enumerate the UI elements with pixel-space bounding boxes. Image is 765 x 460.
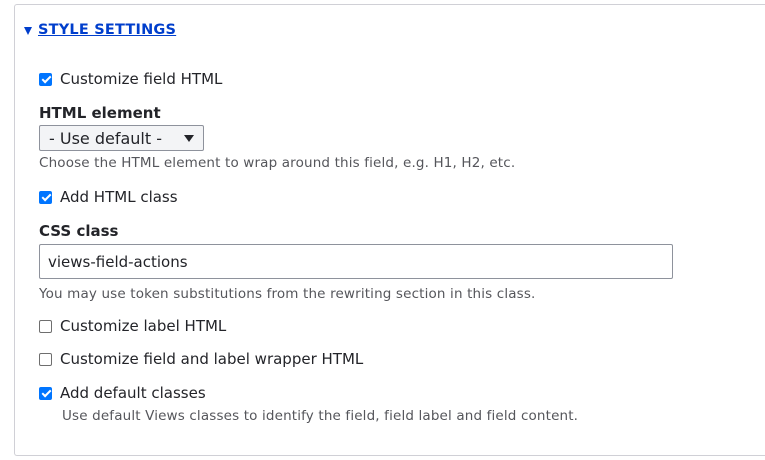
html-element-label: HTML element (39, 104, 161, 122)
add-html-class-checkbox[interactable] (39, 190, 52, 204)
customize-wrapper-html-row[interactable]: Customize field and label wrapper HTML (39, 350, 363, 368)
customize-field-html-label[interactable]: Customize field HTML (60, 70, 222, 88)
add-default-classes-label[interactable]: Add default classes (60, 384, 206, 402)
html-element-select[interactable]: - Use default - (39, 125, 204, 151)
add-default-classes-row[interactable]: Add default classes (39, 384, 206, 402)
customize-field-html-checkbox[interactable] (39, 72, 52, 86)
customize-wrapper-html-label[interactable]: Customize field and label wrapper HTML (60, 350, 363, 368)
css-class-label: CSS class (39, 222, 119, 240)
add-html-class-label[interactable]: Add HTML class (60, 188, 178, 206)
customize-label-html-checkbox[interactable] (39, 319, 52, 333)
css-class-description: You may use token substitutions from the… (39, 286, 536, 302)
css-class-input[interactable] (39, 244, 673, 279)
customize-field-html-row[interactable]: Customize field HTML (39, 70, 222, 88)
add-html-class-row[interactable]: Add HTML class (39, 188, 178, 206)
section-title[interactable]: STYLE SETTINGS (38, 22, 176, 38)
dropdown-arrow-icon (184, 135, 194, 142)
customize-wrapper-html-checkbox[interactable] (39, 352, 52, 366)
style-settings-toggle[interactable]: STYLE SETTINGS (24, 18, 176, 42)
add-default-classes-checkbox[interactable] (39, 386, 52, 400)
add-default-classes-description: Use default Views classes to identify th… (62, 408, 579, 424)
html-element-description: Choose the HTML element to wrap around t… (39, 155, 516, 171)
customize-label-html-row[interactable]: Customize label HTML (39, 317, 226, 335)
customize-label-html-label[interactable]: Customize label HTML (60, 317, 226, 335)
triangle-down-icon (24, 26, 32, 35)
html-element-selected-value: - Use default - (49, 128, 162, 148)
